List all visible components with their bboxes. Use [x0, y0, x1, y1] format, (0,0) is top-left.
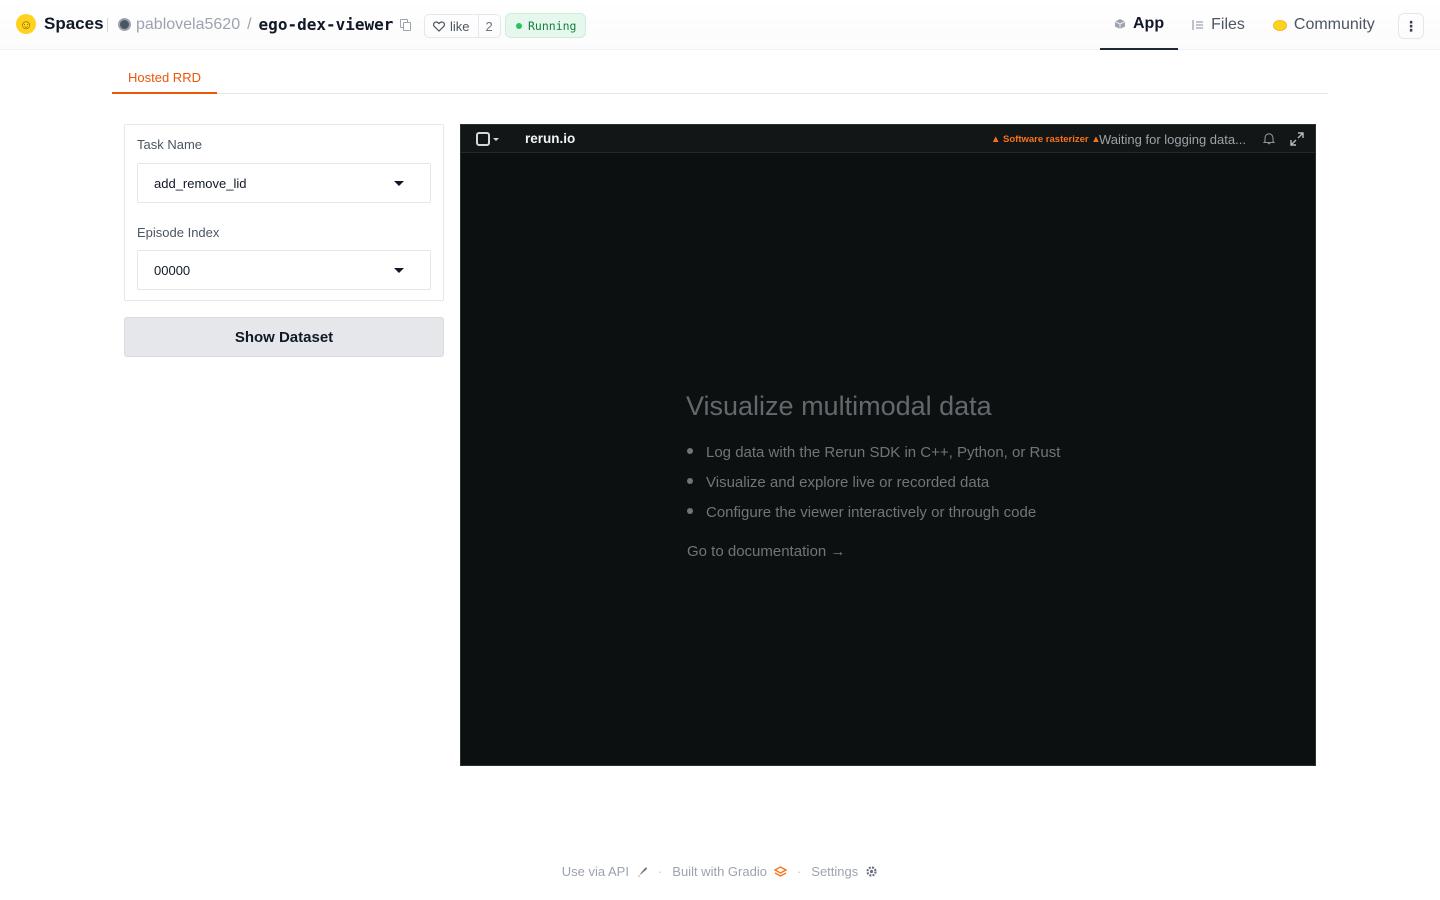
rerun-logo-icon[interactable] — [476, 132, 490, 146]
list-item: Configure the viewer interactively or th… — [686, 504, 1146, 534]
spaces-label: Spaces — [44, 14, 104, 33]
list-item: Log data with the Rerun SDK in C++, Pyth… — [686, 444, 1146, 474]
nav-tab-files[interactable]: Files — [1178, 0, 1259, 50]
viewer-status: Waiting for logging data... — [1099, 132, 1246, 147]
list-item: Visualize and explore live or recorded d… — [686, 474, 1146, 504]
footer: Use via API · Built with Gradio · Settin… — [0, 864, 1440, 879]
spaces-brand[interactable]: ☺ Spaces — [16, 14, 104, 34]
rerun-viewer[interactable]: rerun.io ▲ Software rasterizer ▲ Waiting… — [460, 124, 1316, 766]
status-dot-icon — [516, 22, 522, 29]
breadcrumb-separator: / — [247, 15, 252, 33]
chevron-down-icon — [394, 181, 404, 186]
nav-tab-label: Files — [1211, 16, 1245, 33]
repo-name[interactable]: ego-dex-viewer — [259, 15, 394, 34]
viewer-brand: rerun.io — [525, 131, 576, 146]
rerun-menu-caret-icon[interactable] — [493, 138, 499, 141]
community-icon — [1272, 20, 1287, 31]
bell-icon[interactable] — [1263, 132, 1275, 145]
owner-link[interactable]: pablovela5620 — [136, 16, 240, 34]
like-label: like — [450, 18, 470, 34]
fullscreen-icon[interactable] — [1289, 131, 1305, 147]
input-panel: Task Name add_remove_lid Episode Index 0… — [124, 124, 444, 301]
files-icon — [1192, 20, 1204, 30]
episode-index-label: Episode Index — [137, 225, 220, 240]
like-button[interactable]: like 2 — [424, 14, 501, 38]
gradio-logo-icon — [773, 865, 787, 877]
welcome-screen: Visualize multimodal data Log data with … — [686, 391, 1146, 560]
episode-index-dropdown[interactable]: 00000 — [137, 250, 431, 290]
show-dataset-button[interactable]: Show Dataset — [124, 317, 444, 357]
heart-icon — [433, 20, 445, 32]
task-name-dropdown[interactable]: add_remove_lid — [137, 163, 431, 203]
task-name-value: add_remove_lid — [154, 175, 247, 191]
cube-icon — [1114, 19, 1126, 29]
like-count: 2 — [477, 15, 500, 37]
copy-icon[interactable] — [400, 19, 411, 31]
nav-tab-community[interactable]: Community — [1259, 0, 1389, 50]
tab-hosted-rrd[interactable]: Hosted RRD — [112, 62, 217, 94]
breadcrumb: pablovela5620 / ego-dex-viewer — [118, 15, 393, 34]
bullet-icon — [687, 508, 693, 514]
gear-icon — [866, 866, 877, 877]
more-options-button[interactable]: ⋮ — [1398, 13, 1424, 39]
nav-tab-label: App — [1133, 15, 1165, 32]
footer-separator: · — [657, 864, 663, 879]
viewer-top-bar: rerun.io ▲ Software rasterizer ▲ Waiting… — [461, 125, 1315, 153]
nav-tab-app[interactable]: App — [1100, 0, 1179, 50]
documentation-link[interactable]: Go to documentation → — [686, 543, 1146, 560]
chevron-down-icon — [394, 268, 404, 273]
welcome-title: Visualize multimodal data — [686, 391, 992, 421]
bullet-icon — [687, 448, 693, 454]
settings-link[interactable]: Settings — [811, 864, 878, 879]
more-vertical-icon: ⋮ — [1404, 17, 1418, 34]
nav-tab-label: Community — [1293, 16, 1375, 33]
task-name-label: Task Name — [137, 137, 203, 152]
space-nav: App Files Community — [1100, 0, 1389, 50]
status-badge: Running — [505, 13, 587, 38]
bullet-icon — [687, 478, 693, 484]
rocket-icon — [637, 867, 647, 877]
use-via-api-link[interactable]: Use via API — [562, 864, 648, 879]
software-rasterizer-warning[interactable]: ▲ Software rasterizer ▲ — [991, 134, 1101, 145]
header-divider — [107, 18, 108, 32]
hugging-face-icon: ☺ — [16, 14, 36, 34]
episode-index-value: 00000 — [154, 262, 191, 278]
footer-separator: · — [796, 864, 802, 879]
feature-list: Log data with the Rerun SDK in C++, Pyth… — [686, 444, 1146, 534]
owner-avatar — [118, 18, 131, 31]
built-with-gradio-link[interactable]: Built with Gradio — [672, 864, 787, 879]
status-label: Running — [528, 18, 577, 33]
top-bar: ☺ Spaces pablovela5620 / ego-dex-viewer … — [0, 0, 1440, 50]
tab-bar: Hosted RRD — [112, 62, 1328, 94]
